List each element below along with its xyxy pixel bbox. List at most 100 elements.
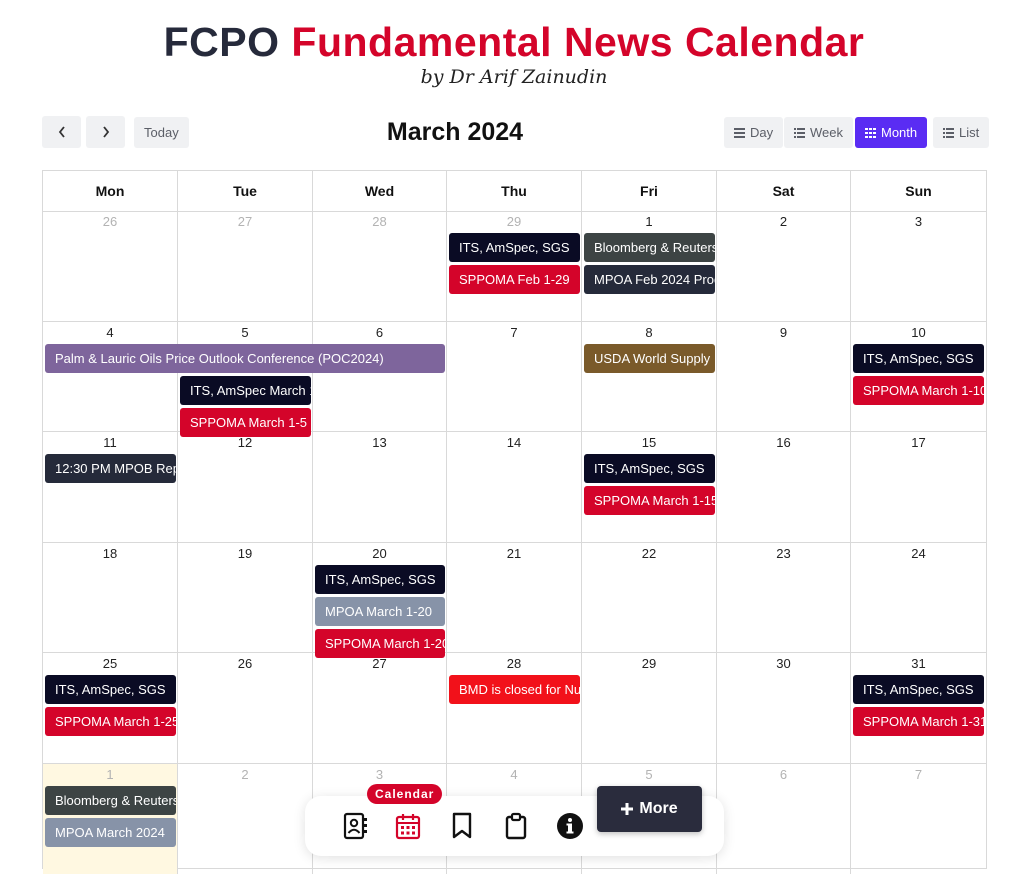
- calendar-event[interactable]: SPPOMA March 1-31: [853, 707, 984, 736]
- day-cell[interactable]: 6: [717, 763, 851, 874]
- calendar-event[interactable]: MPOA Feb 2024 Production: [584, 265, 715, 294]
- day-cell[interactable]: 26: [43, 211, 178, 322]
- day-cell[interactable]: 2: [178, 763, 313, 874]
- day-cell[interactable]: 3: [851, 211, 986, 322]
- calendar-event[interactable]: MPOA March 1-20: [315, 596, 445, 626]
- day-cell[interactable]: 19: [178, 542, 313, 653]
- day-number[interactable]: 30: [717, 656, 850, 671]
- day-cell[interactable]: 9: [717, 321, 851, 432]
- day-number[interactable]: 16: [717, 435, 850, 450]
- day-cell[interactable]: 6: [313, 321, 447, 432]
- nav-contacts[interactable]: [341, 811, 369, 841]
- calendar-event[interactable]: ITS, AmSpec, SGS: [315, 564, 445, 594]
- day-cell[interactable]: 14: [447, 432, 582, 543]
- day-cell[interactable]: 7: [851, 764, 986, 875]
- view-week-button[interactable]: Week: [784, 117, 853, 148]
- calendar-event[interactable]: MPOA March 2024: [45, 817, 176, 847]
- calendar-event[interactable]: ITS, AmSpec March 1-5: [180, 375, 311, 405]
- calendar-event[interactable]: ITS, AmSpec, SGS: [449, 233, 580, 262]
- day-cell[interactable]: 28: [313, 211, 447, 322]
- day-number[interactable]: 26: [43, 214, 177, 229]
- nav-bookmark[interactable]: [448, 811, 476, 841]
- day-number[interactable]: 7: [447, 325, 581, 340]
- day-number[interactable]: 6: [313, 325, 446, 340]
- day-cell[interactable]: 7: [447, 321, 582, 432]
- day-cell[interactable]: 13: [313, 432, 447, 543]
- calendar-event[interactable]: 12:30 PM MPOB Report: [45, 454, 176, 483]
- day-number[interactable]: 15: [582, 435, 716, 450]
- day-number[interactable]: 4: [447, 767, 581, 782]
- calendar-event[interactable]: SPPOMA March 1-10: [853, 375, 984, 405]
- day-cell[interactable]: 17: [851, 432, 986, 543]
- day-number[interactable]: 28: [447, 656, 581, 671]
- day-number[interactable]: 25: [43, 656, 177, 671]
- view-day-button[interactable]: Day: [724, 117, 784, 148]
- day-number[interactable]: 14: [447, 435, 581, 450]
- day-number[interactable]: 24: [851, 546, 986, 561]
- day-cell[interactable]: 22: [582, 542, 717, 653]
- nav-clipboard[interactable]: [502, 811, 530, 841]
- day-number[interactable]: 1: [43, 767, 177, 782]
- day-cell[interactable]: 26: [178, 653, 313, 764]
- day-number[interactable]: 20: [313, 546, 446, 561]
- day-number[interactable]: 2: [178, 767, 312, 782]
- day-cell[interactable]: 4: [43, 321, 178, 432]
- view-month-button[interactable]: Month: [855, 117, 928, 148]
- day-cell[interactable]: 18: [43, 542, 178, 653]
- day-number[interactable]: 1: [582, 214, 716, 229]
- day-cell[interactable]: 27: [313, 653, 447, 764]
- calendar-event[interactable]: SPPOMA March 1-5: [180, 407, 311, 437]
- day-cell[interactable]: 21: [447, 542, 582, 653]
- day-number[interactable]: 27: [178, 214, 312, 229]
- day-number[interactable]: 3: [313, 767, 446, 782]
- day-cell[interactable]: 28: [447, 653, 582, 764]
- day-number[interactable]: 2: [717, 214, 850, 229]
- day-number[interactable]: 23: [717, 546, 850, 561]
- day-number[interactable]: 11: [43, 435, 177, 450]
- day-number[interactable]: 19: [178, 546, 312, 561]
- day-number[interactable]: 8: [582, 325, 716, 340]
- day-number[interactable]: 27: [313, 656, 446, 671]
- view-list-button[interactable]: List: [933, 117, 990, 148]
- calendar-event[interactable]: SPPOMA Feb 1-29: [449, 265, 580, 294]
- day-cell[interactable]: 2: [717, 211, 851, 322]
- day-number[interactable]: 29: [447, 214, 581, 229]
- day-cell[interactable]: 12: [178, 432, 313, 543]
- calendar-event[interactable]: USDA World Supply: [584, 343, 715, 373]
- calendar-event[interactable]: ITS, AmSpec, SGS: [853, 343, 984, 373]
- day-number[interactable]: 9: [717, 325, 850, 340]
- day-number[interactable]: 13: [313, 435, 446, 450]
- day-cell[interactable]: 27: [178, 211, 313, 322]
- day-number[interactable]: 31: [851, 656, 986, 671]
- day-number[interactable]: 6: [717, 767, 850, 782]
- day-number[interactable]: 12: [178, 435, 312, 450]
- calendar-event[interactable]: ITS, AmSpec, SGS: [45, 675, 176, 704]
- more-button[interactable]: More: [597, 786, 702, 832]
- nav-calendar[interactable]: [394, 811, 422, 841]
- day-cell[interactable]: 29: [582, 653, 717, 764]
- day-cell[interactable]: 24: [851, 543, 986, 653]
- day-number[interactable]: 26: [178, 656, 312, 671]
- day-cell[interactable]: 16: [717, 432, 851, 543]
- calendar-event[interactable]: BMD is closed for Nuzul Al-Quran: [449, 675, 580, 704]
- calendar-event[interactable]: Palm & Lauric Oils Price Outlook Confere…: [45, 343, 445, 373]
- day-number[interactable]: 5: [582, 767, 716, 782]
- day-number[interactable]: 10: [851, 325, 986, 340]
- calendar-event[interactable]: ITS, AmSpec, SGS: [853, 675, 984, 704]
- day-number[interactable]: 29: [582, 656, 716, 671]
- day-number[interactable]: 17: [851, 435, 986, 450]
- calendar-event[interactable]: SPPOMA March 1-15: [584, 486, 715, 515]
- calendar-event[interactable]: ITS, AmSpec, SGS: [584, 454, 715, 483]
- day-cell[interactable]: 30: [717, 653, 851, 764]
- nav-info[interactable]: [556, 811, 584, 841]
- day-number[interactable]: 4: [43, 325, 177, 340]
- day-number[interactable]: 22: [582, 546, 716, 561]
- day-number[interactable]: 3: [851, 214, 986, 229]
- calendar-event[interactable]: Bloomberg & Reuters: [584, 233, 715, 262]
- day-number[interactable]: 18: [43, 546, 177, 561]
- day-number[interactable]: 28: [313, 214, 446, 229]
- day-cell[interactable]: 11: [43, 432, 178, 543]
- calendar-event[interactable]: SPPOMA March 1-20: [315, 628, 445, 658]
- calendar-event[interactable]: Bloomberg & Reuters: [45, 785, 176, 815]
- calendar-event[interactable]: SPPOMA March 1-25: [45, 707, 176, 736]
